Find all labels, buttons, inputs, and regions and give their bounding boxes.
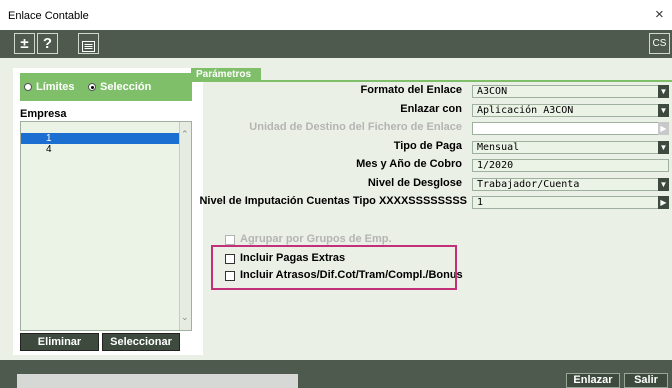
formato-field[interactable]: A3CON: [472, 85, 669, 98]
unidad-browse-icon: ▶: [658, 122, 669, 135]
empresa-list[interactable]: 1 4 ⌃ ⌄: [20, 121, 192, 331]
salir-button[interactable]: Salir: [624, 373, 668, 388]
scroll-up-icon[interactable]: ⌃: [181, 129, 189, 140]
list-item[interactable]: 4: [21, 144, 179, 155]
empresa-panel: Límites Selección Empresa 1 4 ⌃ ⌄ Elimin…: [13, 68, 203, 355]
help-button[interactable]: ?: [37, 33, 58, 54]
imputacion-field[interactable]: 1: [472, 196, 669, 209]
tipo-paga-field[interactable]: Mensual: [472, 141, 669, 154]
nivel-dropdown-icon[interactable]: ▼: [658, 178, 669, 191]
unidad-label: Unidad de Destino del Fichero de Enlace: [249, 121, 462, 133]
radio-limites-label: Límites: [36, 81, 75, 93]
radio-limites[interactable]: [24, 83, 32, 91]
enlazar-button[interactable]: Enlazar: [566, 373, 620, 388]
toolbar: ± ? CS: [0, 30, 672, 58]
formato-dropdown-icon[interactable]: ▼: [658, 85, 669, 98]
radio-seleccion[interactable]: [88, 83, 96, 91]
progress-bar: [17, 374, 298, 388]
scroll-down-icon[interactable]: ⌄: [181, 312, 189, 323]
list-icon[interactable]: [78, 33, 99, 54]
list-item[interactable]: 1: [21, 133, 179, 144]
agrupar-label: Agrupar por Grupos de Emp.: [240, 233, 392, 245]
tab-underline: [191, 80, 672, 82]
mes-field[interactable]: 1/2020: [472, 159, 669, 172]
empresa-label: Empresa: [20, 108, 67, 120]
window-title: Enlace Contable: [8, 10, 89, 22]
tipo-paga-dropdown-icon[interactable]: ▼: [658, 141, 669, 154]
imputacion-label: Nivel de Imputación Cuentas Tipo XXXXSSS…: [199, 195, 467, 207]
cs-button[interactable]: CS: [649, 33, 670, 54]
close-icon[interactable]: ×: [655, 7, 664, 22]
nivel-label: Nivel de Desglose: [367, 177, 462, 189]
plusminus-button[interactable]: ±: [14, 33, 35, 54]
formato-label: Formato del Enlace: [360, 84, 462, 96]
nivel-field[interactable]: Trabajador/Cuenta: [472, 178, 669, 191]
enlazar-label: Enlazar con: [400, 103, 462, 115]
mes-label: Mes y Año de Cobro: [356, 158, 462, 170]
radio-seleccion-label: Selección: [100, 81, 152, 93]
eliminar-button[interactable]: Eliminar: [20, 333, 99, 351]
enlazar-field[interactable]: Aplicación A3CON: [472, 104, 669, 117]
seleccionar-button[interactable]: Seleccionar: [102, 333, 180, 351]
highlight-box: [211, 245, 457, 290]
enlazar-dropdown-icon[interactable]: ▼: [658, 104, 669, 117]
imputacion-arrow-icon[interactable]: ▶: [658, 196, 669, 209]
tipo-paga-label: Tipo de Paga: [393, 140, 462, 152]
unidad-field: [472, 122, 669, 135]
title-bar: Enlace Contable ×: [0, 0, 672, 30]
selection-mode-bar: Límites Selección: [20, 73, 192, 101]
empresa-scrollbar[interactable]: ⌃ ⌄: [179, 122, 191, 330]
agrupar-checkbox: [225, 235, 235, 245]
